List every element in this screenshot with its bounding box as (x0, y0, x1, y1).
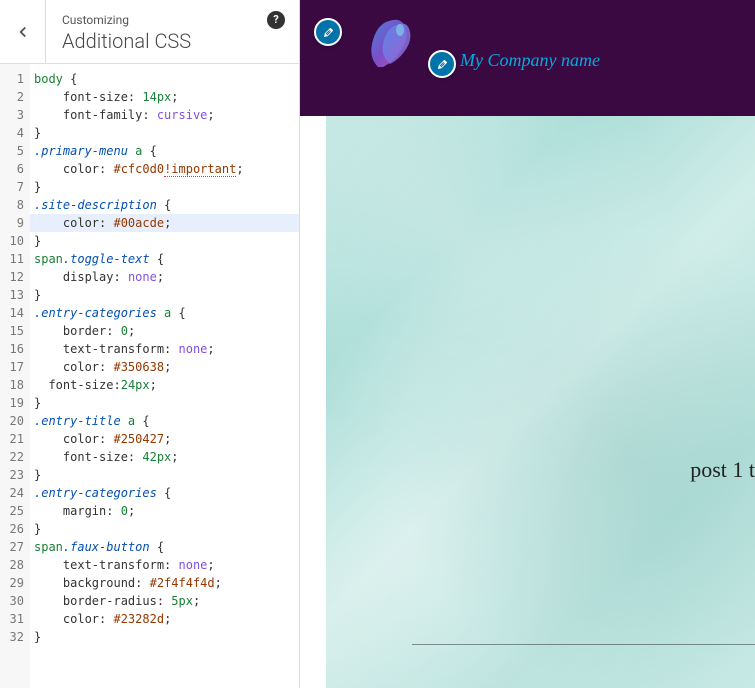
code-line[interactable]: span.toggle-text { (30, 250, 299, 268)
code-area[interactable]: body { font-size: 14px; font-family: cur… (30, 64, 299, 688)
code-line[interactable]: .primary-menu a { (30, 142, 299, 160)
back-button[interactable] (0, 0, 46, 64)
line-number: 8 (0, 196, 30, 214)
code-line[interactable]: span.faux-button { (30, 538, 299, 556)
app-root: Customizing Additional CSS ? 12345678910… (0, 0, 755, 688)
code-line[interactable]: display: none; (30, 268, 299, 286)
line-number: 13 (0, 286, 30, 304)
line-number: 25 (0, 502, 30, 520)
panel-titles: Customizing Additional CSS (46, 3, 259, 61)
help-button[interactable]: ? (259, 3, 293, 37)
help-icon: ? (267, 11, 285, 29)
code-line[interactable]: } (30, 232, 299, 250)
code-line[interactable]: margin: 0; (30, 502, 299, 520)
site-title[interactable]: My Company name (460, 50, 600, 71)
chevron-left-icon (14, 23, 32, 41)
code-line[interactable]: background: #2f4f4f4d; (30, 574, 299, 592)
preview-body: post 1 t (326, 116, 755, 688)
line-number: 28 (0, 556, 30, 574)
line-number: 22 (0, 448, 30, 466)
line-number: 16 (0, 340, 30, 358)
line-number: 32 (0, 628, 30, 646)
code-line[interactable]: .entry-categories { (30, 484, 299, 502)
code-line[interactable]: text-transform: none; (30, 340, 299, 358)
line-number: 17 (0, 358, 30, 376)
code-line[interactable]: color: #250427; (30, 430, 299, 448)
code-line[interactable]: color: #23282d; (30, 610, 299, 628)
preview-margin (300, 116, 326, 688)
line-number: 3 (0, 106, 30, 124)
panel-title: Additional CSS (62, 28, 247, 54)
code-line[interactable]: .site-description { (30, 196, 299, 214)
line-number: 15 (0, 322, 30, 340)
line-number: 27 (0, 538, 30, 556)
code-line[interactable]: color: #cfc0d0!important; (30, 160, 299, 178)
customizer-panel: Customizing Additional CSS ? 12345678910… (0, 0, 300, 688)
logo-icon (358, 12, 418, 82)
code-line[interactable]: font-family: cursive; (30, 106, 299, 124)
line-number: 14 (0, 304, 30, 322)
code-line[interactable]: color: #350638; (30, 358, 299, 376)
line-number: 19 (0, 394, 30, 412)
line-number: 31 (0, 610, 30, 628)
code-line[interactable]: .entry-title a { (30, 412, 299, 430)
code-line[interactable]: font-size:24px; (30, 376, 299, 394)
edit-shortcut-logo[interactable] (314, 18, 342, 46)
line-number: 10 (0, 232, 30, 250)
panel-header: Customizing Additional CSS ? (0, 0, 299, 64)
post-title[interactable]: post 1 t (690, 457, 755, 483)
line-number: 9 (0, 214, 30, 232)
line-number: 12 (0, 268, 30, 286)
line-number: 4 (0, 124, 30, 142)
line-number: 20 (0, 412, 30, 430)
line-number: 1 (0, 70, 30, 88)
code-line[interactable]: border-radius: 5px; (30, 592, 299, 610)
line-gutter: 1234567891011121314151617181920212223242… (0, 64, 30, 688)
code-line[interactable]: } (30, 178, 299, 196)
css-editor[interactable]: 1234567891011121314151617181920212223242… (0, 64, 299, 688)
code-line[interactable]: color: #00acde; (30, 214, 299, 232)
pencil-icon (322, 26, 335, 39)
site-preview: My Company name post 1 t (300, 0, 755, 688)
code-line[interactable]: } (30, 394, 299, 412)
code-line[interactable]: body { (30, 70, 299, 88)
line-number: 18 (0, 376, 30, 394)
line-number: 23 (0, 466, 30, 484)
edit-shortcut-title[interactable] (428, 50, 456, 78)
line-number: 29 (0, 574, 30, 592)
code-line[interactable]: border: 0; (30, 322, 299, 340)
pencil-icon (436, 58, 449, 71)
code-line[interactable]: font-size: 14px; (30, 88, 299, 106)
code-line[interactable]: } (30, 628, 299, 646)
panel-subtitle: Customizing (62, 13, 247, 29)
line-number: 6 (0, 160, 30, 178)
line-number: 7 (0, 178, 30, 196)
code-line[interactable]: text-transform: none; (30, 556, 299, 574)
code-line[interactable]: } (30, 286, 299, 304)
code-line[interactable]: .entry-categories a { (30, 304, 299, 322)
post-divider (412, 644, 755, 645)
preview-header: My Company name (300, 0, 755, 116)
line-number: 2 (0, 88, 30, 106)
code-line[interactable]: font-size: 42px; (30, 448, 299, 466)
line-number: 26 (0, 520, 30, 538)
code-line[interactable]: } (30, 124, 299, 142)
line-number: 21 (0, 430, 30, 448)
line-number: 24 (0, 484, 30, 502)
line-number: 11 (0, 250, 30, 268)
line-number: 30 (0, 592, 30, 610)
line-number: 5 (0, 142, 30, 160)
code-line[interactable]: } (30, 520, 299, 538)
site-logo[interactable] (358, 12, 418, 82)
code-line[interactable]: } (30, 466, 299, 484)
